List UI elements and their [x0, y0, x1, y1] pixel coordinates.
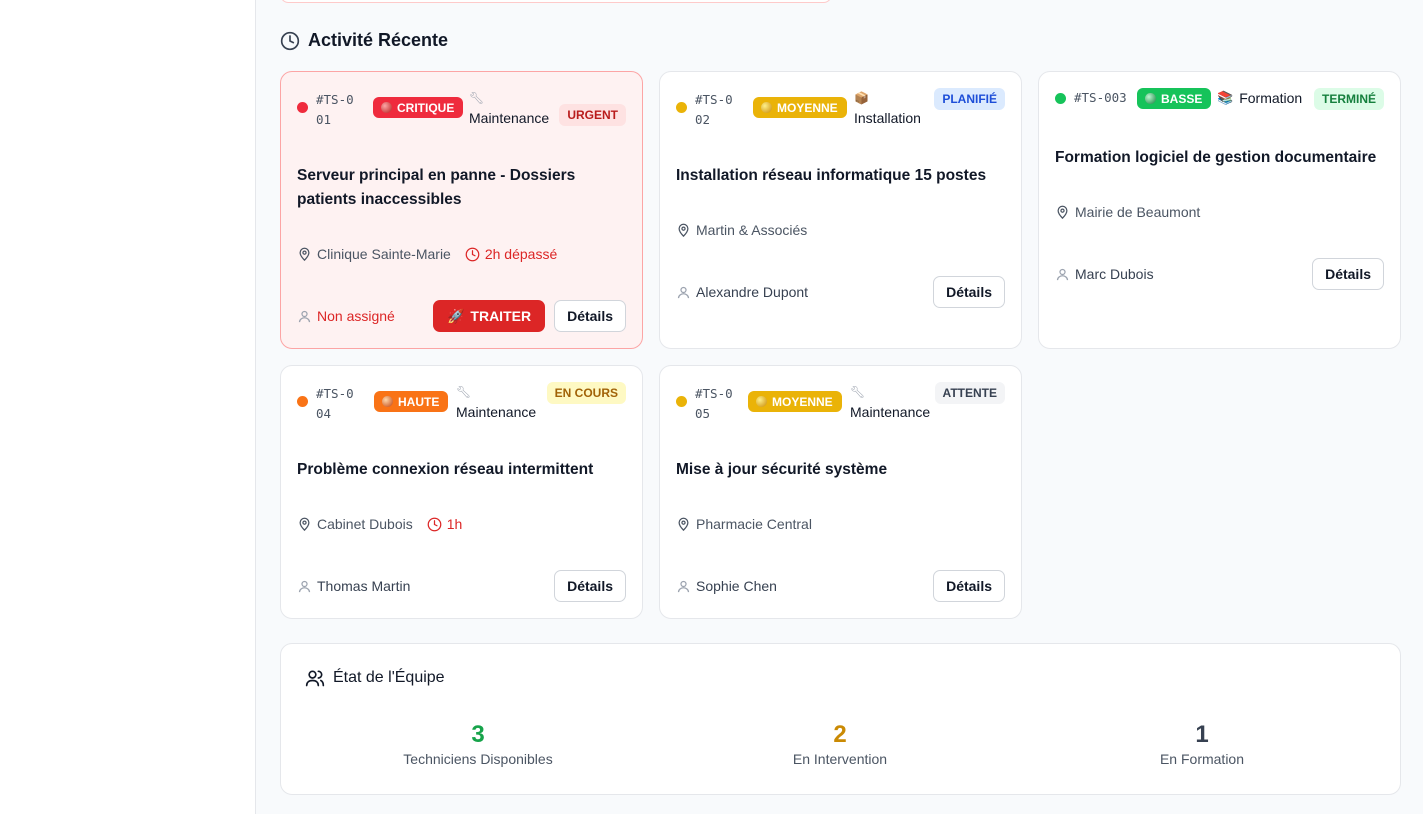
clock-icon	[465, 247, 480, 261]
ticket-title: Mise à jour sécurité système	[676, 461, 888, 478]
wrench-icon: 🔧︎	[456, 385, 472, 399]
priority-ball-icon	[1145, 93, 1156, 104]
stat-label: En Formation	[1159, 751, 1245, 767]
ticket-id: #TS-005	[695, 386, 733, 421]
ticket-title: Formation logiciel de gestion documentai…	[1055, 149, 1377, 166]
details-button[interactable]: Détails	[933, 276, 1005, 308]
status-badge: PLANIFIÉ	[934, 88, 1005, 110]
ticket-meta: Martin & Associés	[676, 222, 807, 238]
ticket-id: #TS-003	[1074, 90, 1127, 105]
priority-dot	[676, 102, 687, 113]
map-pin-icon	[678, 517, 689, 531]
details-button[interactable]: Détails	[933, 570, 1005, 602]
assignee: Thomas Martin	[297, 578, 410, 594]
ticket-meta: Mairie de Beaumont	[1055, 204, 1200, 220]
category: 🔧︎ Maintenance	[456, 382, 536, 422]
category: 📚 Formation	[1217, 90, 1303, 106]
status-badge: URGENT	[559, 104, 626, 126]
user-icon	[677, 286, 690, 298]
details-button[interactable]: Détails	[554, 570, 626, 602]
stat-available: 3 Techniciens Disponibles	[328, 720, 628, 767]
user-icon	[1056, 268, 1069, 280]
package-icon: 📦	[854, 91, 869, 105]
ticket-id: #TS-001	[316, 92, 354, 127]
stat-in-intervention: 2 En Intervention	[690, 720, 990, 767]
stat-value: 3	[471, 721, 485, 748]
assignee: Marc Dubois	[1055, 266, 1154, 282]
section-title: Activité Récente	[308, 30, 449, 50]
ticket-id: #TS-002	[695, 92, 733, 127]
stat-value: 2	[833, 721, 847, 748]
stat-in-training: 1 En Formation	[1052, 720, 1352, 767]
priority-dot	[297, 102, 308, 113]
stat-label: Techniciens Disponibles	[403, 751, 553, 767]
ticket-title: Installation réseau informatique 15 post…	[676, 167, 987, 184]
clock-icon	[280, 31, 300, 50]
ticket-card[interactable]: #TS-005 MOYENNE 🔧︎ Maintenance ATTENTE Mi…	[659, 365, 1022, 619]
priority-badge: MOYENNE	[753, 97, 847, 118]
stat-value: 1	[1195, 721, 1209, 748]
previous-card-edge	[280, 0, 832, 3]
ticket-card[interactable]: #TS-004 HAUTE 🔧︎ Maintenance EN COURS Pro…	[280, 365, 643, 619]
map-pin-icon	[299, 247, 310, 261]
priority-badge: BASSE	[1137, 88, 1212, 109]
ticket-card[interactable]: #TS-002 MOYENNE 📦 Installation PLANIFIÉ I…	[659, 71, 1022, 349]
map-pin-icon	[1057, 205, 1068, 219]
team-title: État de l'Équipe	[333, 669, 445, 686]
team-header: État de l'Équipe	[305, 668, 445, 688]
rocket-icon: 🚀	[446, 307, 465, 324]
status-badge: ATTENTE	[934, 382, 1005, 404]
status-badge: TERMINÉ	[1314, 88, 1384, 110]
assignee: Alexandre Dupont	[676, 284, 808, 300]
ticket-meta: Pharmacie Central	[676, 516, 812, 532]
priority-badge: CRITIQUE	[373, 97, 464, 118]
ticket-meta: Clinique Sainte-Marie 2h dépassé	[297, 246, 557, 262]
ticket-title: Serveur principal en panne - Dossiers pa…	[297, 167, 576, 208]
assignee: Sophie Chen	[676, 578, 777, 594]
treat-button[interactable]: 🚀 TRAITER	[432, 300, 546, 332]
main-content: Activité Récente #TS-001 CRITIQUE 🔧︎ Main…	[256, 0, 1423, 814]
user-icon	[677, 580, 690, 592]
team-status-panel: État de l'Équipe 3 Techniciens Disponibl…	[280, 643, 1401, 795]
priority-ball-icon	[382, 396, 393, 407]
category: 📦 Installation	[854, 88, 921, 128]
ticket-meta: Cabinet Dubois 1h	[297, 516, 462, 532]
status-badge: EN COURS	[546, 382, 626, 404]
ticket-title: Problème connexion réseau intermittent	[297, 461, 594, 478]
map-pin-icon	[678, 223, 689, 237]
priority-dot	[1055, 93, 1066, 104]
priority-ball-icon	[761, 102, 772, 113]
priority-dot	[676, 396, 687, 407]
priority-ball-icon	[381, 102, 392, 113]
map-pin-icon	[299, 517, 310, 531]
details-button[interactable]: Détails	[554, 300, 626, 332]
user-icon	[298, 580, 311, 592]
priority-badge: HAUTE	[374, 391, 449, 412]
details-button[interactable]: Détails	[1312, 258, 1384, 290]
ticket-id: #TS-004	[316, 386, 354, 421]
category: 🔧︎ Maintenance	[469, 88, 549, 128]
recent-activity-header: Activité Récente	[280, 30, 448, 51]
stat-label: En Intervention	[792, 751, 888, 767]
sidebar	[0, 0, 256, 814]
wrench-icon: 🔧︎	[850, 385, 866, 399]
category: 🔧︎ Maintenance	[850, 382, 930, 422]
ticket-card[interactable]: #TS-003 BASSE 📚 Formation TERMINÉ Formati…	[1038, 71, 1401, 349]
user-icon	[298, 310, 311, 322]
priority-dot	[297, 396, 308, 407]
users-icon	[305, 670, 325, 687]
priority-ball-icon	[756, 396, 767, 407]
priority-badge: MOYENNE	[748, 391, 842, 412]
clock-icon	[427, 517, 442, 531]
assignee: Non assigné	[297, 308, 395, 324]
ticket-card[interactable]: #TS-001 CRITIQUE 🔧︎ Maintenance URGENT Se…	[280, 71, 643, 349]
books-icon: 📚	[1217, 90, 1234, 105]
wrench-icon: 🔧︎	[469, 91, 485, 105]
